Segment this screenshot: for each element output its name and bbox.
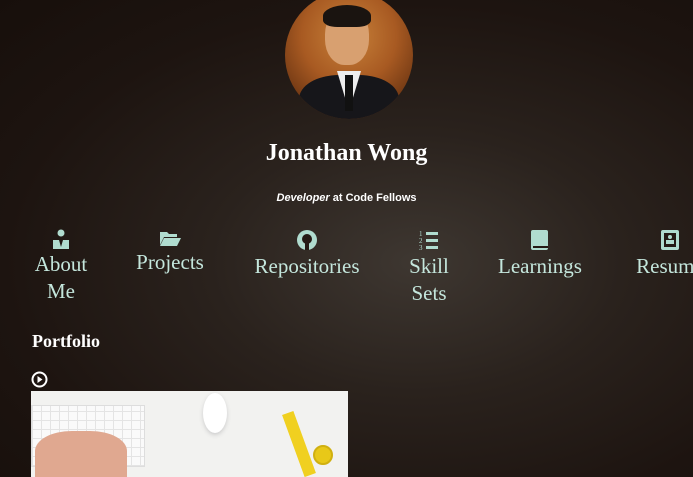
nav-resume[interactable]: Resume (625, 229, 693, 280)
portfolio-thumbnail[interactable] (31, 391, 348, 477)
nav-about-me[interactable]: About Me (30, 229, 92, 305)
nav-repositories[interactable]: Repositories (247, 229, 367, 280)
svg-text:3: 3 (419, 244, 423, 251)
profile-role: Developer (276, 192, 330, 204)
portfolio-heading: Portfolio (32, 331, 100, 351)
folder-open-icon (160, 232, 181, 246)
contact-card-icon (661, 230, 679, 250)
nav-skill-sets[interactable]: 123 Skill Sets (400, 229, 458, 307)
profile-company: at Code Fellows (329, 192, 417, 204)
ordered-list-icon: 123 (419, 230, 438, 251)
github-icon (297, 230, 317, 250)
play-circle-icon[interactable] (31, 371, 48, 388)
avatar (285, 0, 413, 119)
profile-subtitle: Developer at Code Fellows (0, 192, 693, 204)
nav-projects[interactable]: Projects (130, 229, 210, 276)
user-tie-icon (53, 229, 69, 249)
profile-name: Jonathan Wong (265, 140, 428, 166)
book-icon (531, 230, 548, 250)
nav-learnings[interactable]: Learnings (492, 229, 588, 280)
